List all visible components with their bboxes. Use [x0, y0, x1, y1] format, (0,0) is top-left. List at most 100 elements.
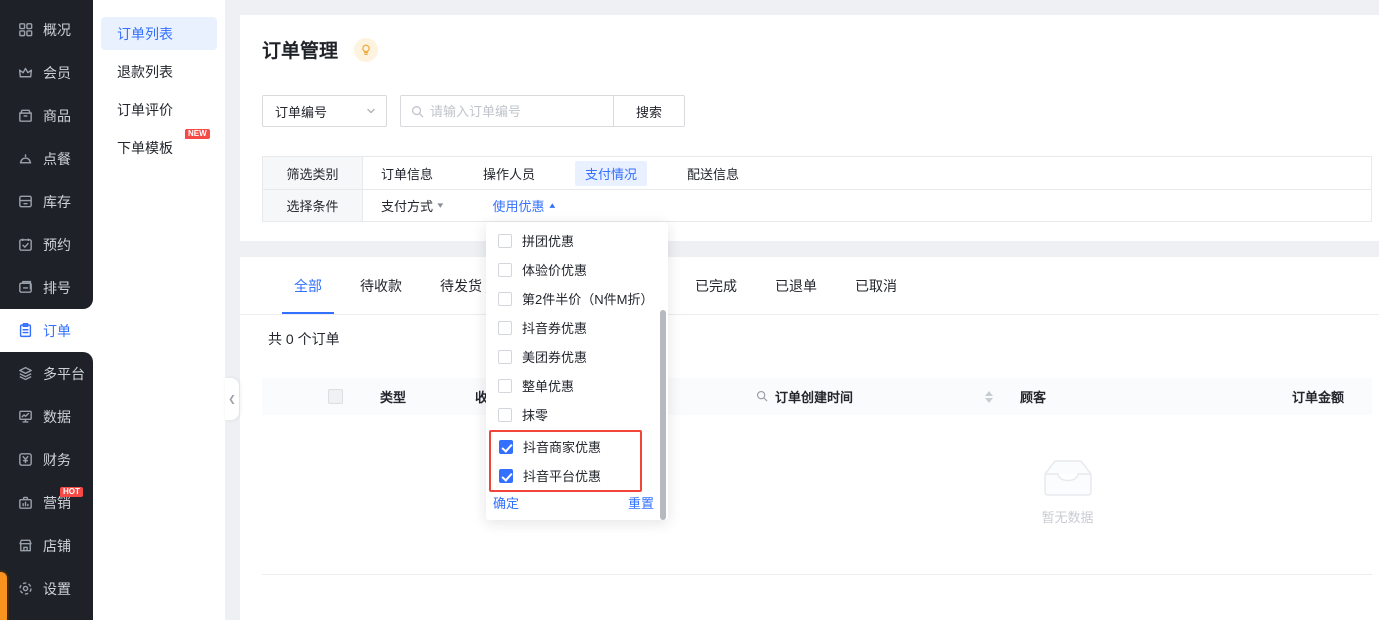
search-type-select[interactable]: 订单编号: [262, 95, 387, 127]
condition-label: 支付方式: [381, 199, 434, 214]
sidebar-item-label: 财务: [43, 451, 71, 468]
confirm-button[interactable]: 确定: [493, 493, 519, 512]
search-button[interactable]: 搜索: [613, 96, 684, 126]
option-second-half-price[interactable]: 第2件半价（N件M折）: [486, 284, 668, 313]
condition-payment-method[interactable]: 支付方式 ▾: [371, 193, 453, 218]
tip-lightbulb-icon[interactable]: [354, 37, 379, 62]
checkbox-unchecked[interactable]: [498, 320, 512, 335]
sidebar-item-orders[interactable]: 订单: [0, 309, 93, 352]
checkbox-checked[interactable]: [499, 439, 513, 454]
checkbox-unchecked[interactable]: [498, 291, 512, 306]
sidebar-item-multiplatform[interactable]: 多平台: [0, 352, 93, 395]
option-label: 抖音商家优惠: [523, 440, 602, 455]
reset-button[interactable]: 重置: [628, 493, 654, 512]
option-douyin-platform[interactable]: 抖音平台优惠: [491, 461, 640, 490]
sidebar-item-settings[interactable]: 设置: [0, 567, 93, 610]
sidebar-item-label: 点餐: [43, 150, 71, 167]
inventory-box-icon: [19, 195, 32, 208]
filter-card: 订单管理 订单编号 搜索 筛选类别 订单信息: [240, 15, 1379, 241]
submenu-item-order-template[interactable]: 下单模板 NEW: [101, 129, 217, 164]
marketing-briefcase-icon: [19, 496, 32, 509]
dining-cloche-icon: [19, 154, 32, 164]
sidebar-item-label: 概况: [43, 21, 71, 38]
col-amount: 订单金额: [1291, 390, 1344, 405]
primary-sidebar: 概况 会员 商品 点餐 库存 预约 排号 订单 多平台 数据 财务 营销 HOT…: [0, 0, 93, 620]
sidebar-item-shop[interactable]: 店铺: [0, 524, 93, 567]
floating-widget-partial[interactable]: [0, 570, 9, 620]
column-search-icon[interactable]: [756, 390, 768, 402]
tab-pending-payment[interactable]: 待收款: [348, 257, 414, 314]
sidebar-item-label: 库存: [43, 193, 71, 210]
sidebar-item-label: 排号: [43, 279, 71, 296]
submenu-item-order-list[interactable]: 订单列表: [101, 17, 217, 50]
option-round-off[interactable]: 抹零: [486, 400, 668, 429]
sort-toggle[interactable]: [985, 378, 993, 415]
submenu-item-order-review[interactable]: 订单评价: [101, 93, 217, 126]
checkbox-unchecked[interactable]: [498, 262, 512, 277]
order-count: 共 0 个订单: [268, 331, 340, 347]
select-all-checkbox[interactable]: [328, 389, 343, 404]
sidebar-item-reservation[interactable]: 预约: [0, 223, 93, 266]
option-douyin-merchant[interactable]: 抖音商家优惠: [491, 432, 640, 461]
dropdown-scrollbar[interactable]: [660, 310, 666, 520]
data-monitor-icon: [19, 410, 32, 423]
empty-state: 暂无数据: [1010, 457, 1125, 526]
checkbox-unchecked[interactable]: [498, 349, 512, 364]
submenu-item-label: 订单评价: [117, 101, 173, 118]
sidebar-item-label: 多平台: [43, 365, 85, 382]
checkbox-unchecked[interactable]: [498, 378, 512, 393]
caret-up-icon: [985, 390, 993, 396]
table-bottom-divider: [262, 574, 1372, 575]
multiplatform-layers-icon: [19, 366, 32, 381]
sidebar-item-product[interactable]: 商品: [0, 94, 93, 137]
option-label: 抖音券优惠: [522, 321, 588, 336]
sidebar-item-dining[interactable]: 点餐: [0, 137, 93, 180]
option-whole-order[interactable]: 整单优惠: [486, 371, 668, 400]
empty-inbox-icon: [1043, 460, 1092, 496]
sidebar-item-inventory[interactable]: 库存: [0, 180, 93, 223]
col-type: 类型: [380, 390, 407, 405]
option-group-discount[interactable]: 拼团优惠: [486, 226, 668, 255]
page-title: 订单管理: [262, 41, 339, 62]
condition-label: 使用优惠: [492, 199, 545, 214]
secondary-sidebar: 订单列表 退款列表 订单评价 下单模板 NEW: [93, 0, 225, 620]
sidebar-item-label: 店铺: [43, 537, 71, 554]
sidebar-item-label: 数据: [43, 408, 71, 425]
sidebar-collapse-handle[interactable]: ❮: [225, 378, 239, 420]
tab-cancelled[interactable]: 已取消: [843, 257, 909, 314]
sidebar-item-marketing[interactable]: 营销 HOT: [0, 481, 93, 524]
filter-category-delivery[interactable]: 配送信息: [677, 161, 749, 186]
order-number-input[interactable]: [430, 103, 590, 119]
sidebar-item-queue[interactable]: 排号: [0, 266, 93, 309]
submenu-item-refund-list[interactable]: 退款列表: [101, 55, 217, 88]
filter-condition-label: 选择条件: [263, 190, 363, 221]
chevron-left-icon: ❮: [228, 393, 236, 404]
option-label: 拼团优惠: [522, 234, 575, 249]
option-trial-price[interactable]: 体验价优惠: [486, 255, 668, 284]
checkbox-unchecked[interactable]: [498, 407, 512, 422]
option-meituan-coupon[interactable]: 美团券优惠: [486, 342, 668, 371]
checkbox-checked[interactable]: [499, 468, 513, 483]
sidebar-item-label: 会员: [43, 64, 71, 81]
tab-all[interactable]: 全部: [282, 257, 334, 314]
tab-pending-shipment[interactable]: 待发货: [428, 257, 494, 314]
filter-category-operator[interactable]: 操作人员: [473, 161, 545, 186]
queue-ticket-icon: [19, 280, 32, 293]
tab-refunded[interactable]: 已退单: [763, 257, 829, 314]
checkbox-unchecked[interactable]: [498, 233, 512, 248]
caret-up-icon: ▴: [548, 200, 555, 210]
option-douyin-coupon[interactable]: 抖音券优惠: [486, 313, 668, 342]
sidebar-item-finance[interactable]: 财务: [0, 438, 93, 481]
search-icon: [412, 105, 424, 117]
filter-category-payment[interactable]: 支付情况: [575, 160, 648, 186]
condition-use-discount[interactable]: 使用优惠 ▴: [483, 193, 565, 218]
tab-completed[interactable]: 已完成: [683, 257, 749, 314]
sidebar-item-label: 商品: [43, 107, 71, 124]
new-badge: NEW: [185, 129, 210, 139]
sidebar-item-member[interactable]: 会员: [0, 51, 93, 94]
sidebar-item-overview[interactable]: 概况: [0, 8, 93, 51]
submenu-item-label: 下单模板: [117, 139, 173, 156]
sidebar-item-label: 设置: [43, 580, 71, 597]
filter-category-order-info[interactable]: 订单信息: [371, 161, 443, 186]
sidebar-item-data[interactable]: 数据: [0, 395, 93, 438]
